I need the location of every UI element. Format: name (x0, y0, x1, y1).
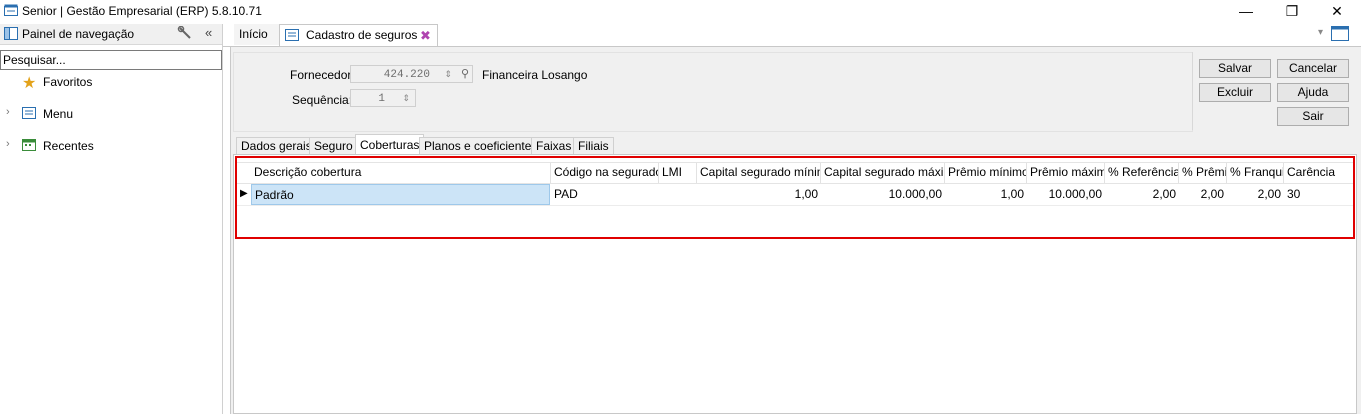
collapse-panel-icon[interactable]: « (205, 25, 212, 40)
help-button[interactable]: Ajuda (1277, 83, 1349, 102)
window-title: Senior | Gestão Empresarial (ERP) 5.8.10… (22, 4, 262, 18)
spinner-icon[interactable]: ⇕ (444, 66, 452, 84)
tab-faixas[interactable]: Faixas (531, 137, 577, 155)
tab-seguro[interactable]: Seguro (309, 137, 358, 155)
panel-divider[interactable] (222, 24, 223, 414)
nav-item-label: Recentes (43, 139, 94, 153)
tab-planos-e-coeficientes[interactable]: Planos e coeficientes (419, 137, 543, 155)
recent-calendar-icon (22, 139, 36, 151)
search-lookup-icon[interactable]: ⚲ (461, 66, 469, 84)
tab-label: Cadastro de seguros (306, 28, 418, 42)
save-button[interactable]: Salvar (1199, 59, 1271, 78)
cancel-button[interactable]: Cancelar (1277, 59, 1349, 78)
form-icon (285, 29, 299, 41)
nav-panel-icon (4, 27, 18, 40)
tab-inicio[interactable]: Início (234, 24, 280, 45)
close-tab-icon[interactable]: ✖ (420, 25, 431, 46)
nav-item-label: Favoritos (43, 75, 93, 89)
minimize-button[interactable]: — (1223, 0, 1269, 22)
sequencia-label: Sequência: (292, 93, 353, 107)
nav-search-input[interactable] (0, 50, 222, 70)
wrench-icon[interactable] (177, 26, 193, 40)
spinner-icon[interactable]: ⇕ (402, 90, 410, 108)
highlight-frame (235, 156, 1355, 239)
tab-cadastro-de-seguros[interactable]: Cadastro de seguros ✖ (279, 24, 438, 46)
star-icon: ★ (22, 75, 37, 92)
exit-button[interactable]: Sair (1277, 107, 1349, 126)
expand-chevron-icon[interactable]: › (6, 106, 10, 118)
fornecedor-name: Financeira Losango (482, 68, 588, 82)
sequencia-field[interactable]: 1 ⇕ (350, 89, 416, 107)
delete-button[interactable]: Excluir (1199, 83, 1271, 102)
tab-filiais[interactable]: Filiais (573, 137, 614, 155)
expand-chevron-icon[interactable]: › (6, 138, 10, 150)
tab-dados-gerais[interactable]: Dados gerais (236, 137, 317, 155)
app-icon (4, 4, 18, 16)
fornecedor-label: Fornecedor: (290, 68, 355, 82)
window-layout-icon[interactable] (1331, 26, 1349, 41)
maximize-button[interactable]: ❐ (1269, 0, 1315, 22)
tab-coberturas[interactable]: Coberturas (355, 134, 425, 155)
close-button[interactable]: ✕ (1314, 0, 1360, 22)
nav-panel-title: Painel de navegação (22, 27, 135, 41)
fornecedor-field[interactable]: 424.220 ⇕ ⚲ (350, 65, 473, 83)
sequencia-value: 1 (378, 93, 385, 105)
dropdown-arrow-icon[interactable]: ▾ (1318, 27, 1323, 38)
nav-item-label: Menu (43, 107, 74, 121)
fornecedor-value: 424.220 (383, 69, 430, 81)
menu-list-icon (22, 107, 36, 119)
